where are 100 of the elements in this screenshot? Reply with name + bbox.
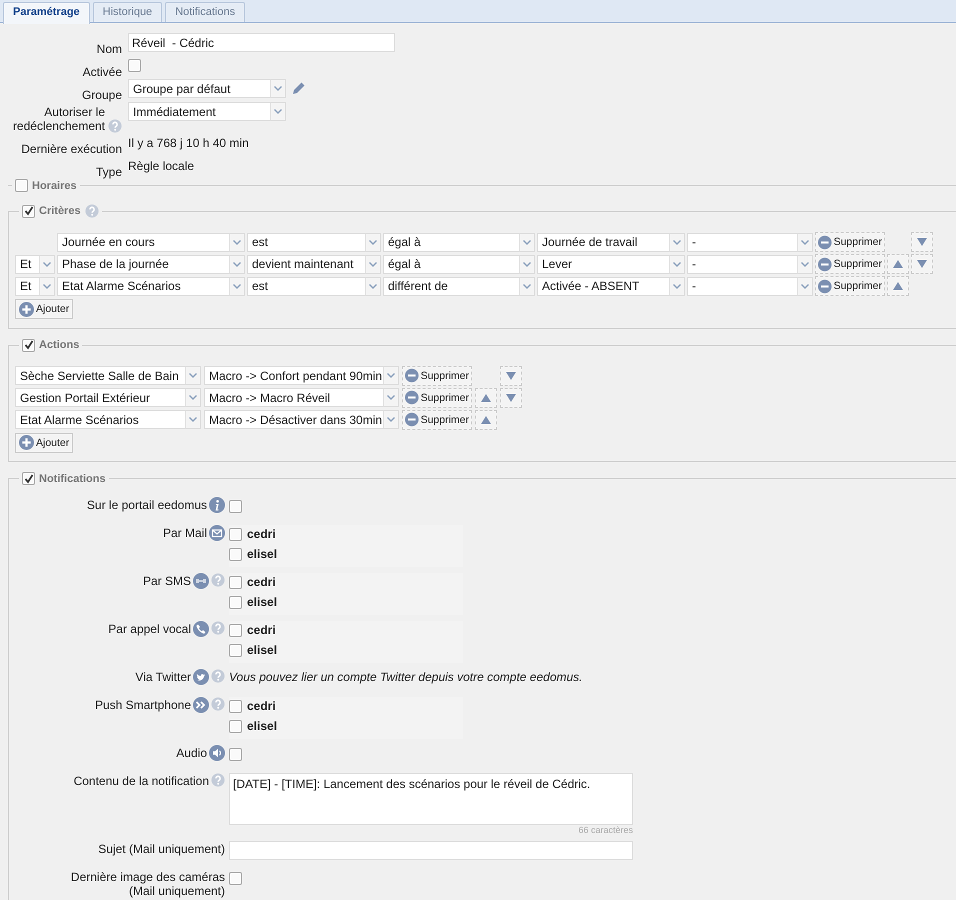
caret-icon: [387, 395, 395, 400]
checkbox[interactable]: [229, 528, 242, 541]
help-icon[interactable]: [211, 773, 225, 787]
add-button[interactable]: Ajouter: [15, 432, 74, 452]
help-icon[interactable]: [84, 204, 99, 218]
triangle-up-icon: [481, 394, 491, 402]
dropdown[interactable]: Macro -> Confort pendant 90min: [204, 366, 399, 385]
checkbox[interactable]: [128, 59, 141, 72]
move-up-button[interactable]: [475, 388, 497, 408]
checkbox[interactable]: [229, 548, 242, 561]
dropdown[interactable]: Etat Alarme Scénarios: [57, 276, 245, 296]
message-textarea[interactable]: [DATE] - [TIME]: Lancement des scénarios pour le réveil de Cédric.: [229, 773, 633, 825]
checkbox[interactable]: [229, 500, 242, 513]
dropdown[interactable]: Sèche Serviette Salle de Bain: [15, 366, 201, 385]
dropdown[interactable]: -: [687, 232, 813, 252]
text-field[interactable]: [229, 841, 633, 860]
checkbox[interactable]: [22, 472, 35, 485]
delete-button[interactable]: Supprimer: [815, 254, 885, 274]
dropdown[interactable]: devient maintenant: [247, 254, 381, 274]
move-down-button[interactable]: [911, 232, 933, 252]
caret-icon: [801, 284, 809, 288]
move-down-button[interactable]: [500, 366, 522, 386]
dropdown[interactable]: est: [247, 232, 381, 252]
caret-icon: [233, 284, 241, 288]
dropdown[interactable]: Etat Alarme Scénarios: [15, 410, 201, 429]
triangle-down-icon: [917, 260, 927, 268]
delete-button[interactable]: Supprimer: [402, 366, 472, 386]
help-icon[interactable]: [211, 621, 225, 635]
delete-button[interactable]: Supprimer: [402, 388, 472, 408]
section-title: Notifications: [39, 472, 106, 484]
caret-icon: [369, 284, 377, 288]
dropdown[interactable]: Lever: [537, 254, 685, 274]
delete-button[interactable]: Supprimer: [815, 276, 885, 296]
checkbox[interactable]: [229, 644, 242, 657]
value-text: Règle locale: [128, 158, 194, 173]
add-button[interactable]: Ajouter: [15, 299, 74, 319]
dropdown[interactable]: égal à: [383, 254, 535, 274]
dropdown[interactable]: Et: [15, 276, 55, 296]
delete-button[interactable]: Supprimer: [815, 232, 885, 252]
dropdown[interactable]: -: [687, 276, 813, 296]
dropdown[interactable]: Macro -> Désactiver dans 30min: [204, 410, 399, 429]
checkbox[interactable]: [22, 338, 35, 352]
caret-icon: [274, 86, 282, 91]
pencil-icon[interactable]: [292, 81, 306, 95]
field-label: Audio: [176, 745, 207, 760]
checkbox[interactable]: [22, 204, 35, 218]
dropdown[interactable]: égal à: [383, 232, 535, 252]
recipient-name: elisel: [247, 642, 278, 657]
checkbox[interactable]: [229, 700, 242, 713]
dropdown[interactable]: Gestion Portail Extérieur: [15, 388, 201, 407]
checkbox[interactable]: [15, 179, 28, 192]
move-down-button[interactable]: [500, 388, 522, 408]
dropdown[interactable]: différent de: [383, 276, 535, 296]
dropdown[interactable]: -: [687, 254, 813, 274]
section-title: Horaires: [32, 180, 77, 192]
help-icon[interactable]: [108, 119, 122, 133]
move-down-button[interactable]: [911, 254, 933, 274]
dropdown[interactable]: Groupe par défaut: [128, 79, 286, 98]
caret-icon: [673, 240, 681, 244]
dropdown[interactable]: est: [247, 276, 381, 296]
text-field[interactable]: Réveil - Cédric: [128, 33, 395, 52]
character-count: 66 caractères: [577, 825, 633, 835]
dropdown[interactable]: Macro -> Macro Réveil: [204, 388, 399, 407]
field-label: Dernière image des caméras (Mail uniquement): [70, 869, 225, 898]
checkbox[interactable]: [229, 576, 242, 589]
caret-icon: [43, 284, 51, 288]
help-icon[interactable]: [211, 573, 225, 587]
tab[interactable]: Historique: [92, 2, 162, 22]
dropdown[interactable]: Journée de travail: [537, 232, 685, 252]
checkbox[interactable]: [229, 720, 242, 733]
tab[interactable]: Notifications: [165, 2, 246, 22]
tab[interactable]: Paramétrage: [3, 2, 90, 24]
caret-icon: [189, 417, 197, 422]
checkbox[interactable]: [229, 624, 242, 637]
checkbox[interactable]: [229, 596, 242, 609]
field-label: Push Smartphone: [94, 697, 191, 712]
minus-icon: [405, 390, 419, 405]
field-label: Par SMS: [142, 573, 191, 588]
dropdown[interactable]: Immédiatement: [128, 102, 286, 121]
checkbox[interactable]: [229, 748, 242, 761]
move-up-button[interactable]: [887, 276, 909, 296]
envelope-icon: [209, 525, 225, 541]
dropdown[interactable]: Et: [15, 254, 55, 274]
delete-button[interactable]: Supprimer: [402, 410, 472, 430]
caret-icon: [387, 373, 395, 378]
move-up-button[interactable]: [887, 254, 909, 274]
field-label: Autoriser le redéclenchement: [12, 105, 105, 133]
note-text: Vous pouvez lier un compte Twitter depuis votre compte eedomus.: [229, 669, 584, 684]
help-icon[interactable]: [211, 669, 225, 683]
recipient-name: cedri: [247, 698, 276, 713]
checkbox[interactable]: [229, 872, 242, 885]
help-icon[interactable]: [211, 697, 225, 711]
dropdown[interactable]: Phase de la journée: [57, 254, 245, 274]
dropdown[interactable]: Activée - ABSENT: [537, 276, 685, 296]
recipient-name: cedri: [247, 526, 276, 541]
triangle-down-icon: [506, 394, 516, 402]
dropdown[interactable]: Journée en cours: [57, 232, 245, 252]
section-title: Critères: [39, 205, 81, 217]
caret-icon: [189, 395, 197, 400]
move-up-button[interactable]: [475, 410, 497, 430]
